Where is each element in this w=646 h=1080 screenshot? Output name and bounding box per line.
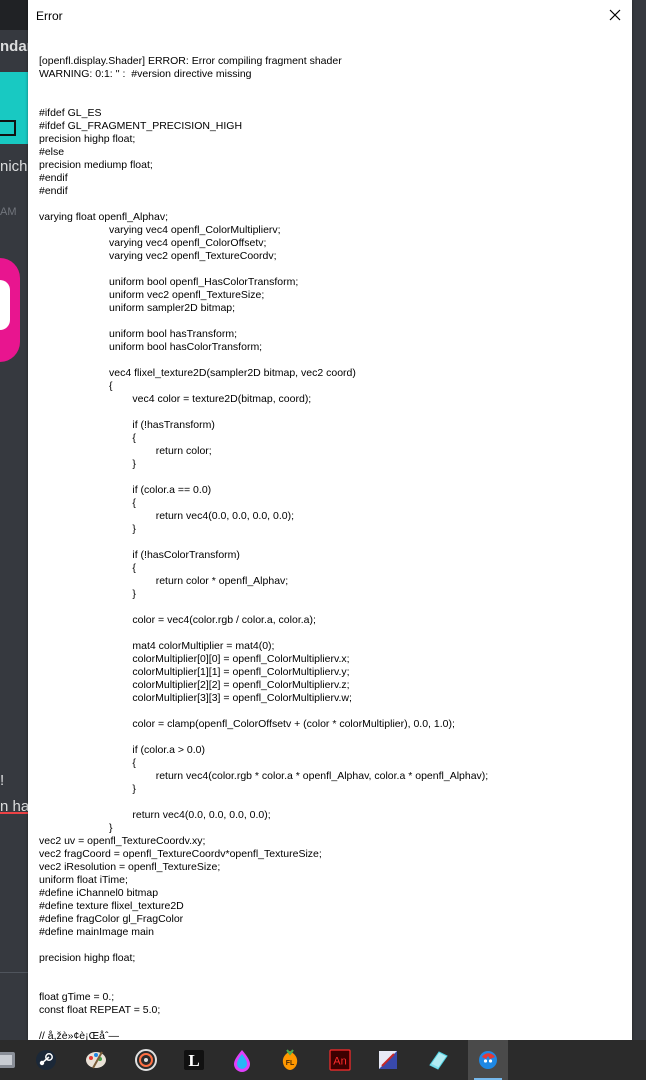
dialog-title-bar[interactable]: Error	[28, 0, 632, 30]
taskbar-item[interactable]	[26, 1040, 66, 1080]
taskbar-item[interactable]: L	[174, 1040, 214, 1080]
close-icon	[609, 9, 621, 21]
background-timestamp: AM	[0, 206, 17, 218]
background-window-edge	[632, 0, 646, 1040]
image-editor-icon	[379, 1051, 397, 1069]
background-text-fragment: ndar	[0, 38, 28, 55]
paint-app-icon	[86, 1051, 106, 1069]
media-player-icon	[135, 1049, 157, 1071]
taskbar: L FL An	[0, 1040, 646, 1080]
animate-icon: An	[329, 1049, 351, 1071]
background-text-fragment: !	[0, 772, 5, 789]
krita-icon	[234, 1050, 250, 1072]
taskbar-item[interactable]	[0, 1040, 26, 1080]
taskbar-item[interactable]	[368, 1040, 408, 1080]
taskbar-item-active[interactable]	[468, 1040, 508, 1080]
eraser-app-icon	[429, 1051, 448, 1070]
background-divider	[0, 972, 28, 973]
error-message-text: [openfl.display.Shader] ERROR: Error com…	[39, 55, 489, 1040]
taskbar-item[interactable]	[126, 1040, 166, 1080]
svg-text:L: L	[188, 1051, 199, 1070]
svg-text:An: An	[333, 1056, 346, 1068]
taskbar-item[interactable]	[76, 1040, 116, 1080]
svg-text:FL: FL	[286, 1060, 295, 1067]
error-dialog: Error [openfl.display.Shader] ERROR: Err…	[28, 0, 632, 1040]
background-text-fragment: nich	[0, 158, 28, 175]
background-sticker-image	[0, 258, 20, 362]
close-button[interactable]	[598, 0, 632, 30]
taskbar-item[interactable]	[418, 1040, 458, 1080]
background-image-thumbnail	[0, 72, 28, 144]
taskbar-item[interactable]	[222, 1040, 262, 1080]
new-messages-divider	[0, 812, 28, 814]
game-app-icon	[479, 1051, 497, 1069]
taskbar-item[interactable]: An	[320, 1040, 360, 1080]
dialog-title: Error	[36, 9, 63, 23]
l-app-icon: L	[184, 1050, 204, 1070]
taskbar-item[interactable]: FL	[270, 1040, 310, 1080]
unknown-app-icon	[0, 1052, 15, 1068]
fl-studio-icon: FL	[282, 1049, 298, 1070]
background-window: ndar nich AM ! n ha	[0, 0, 28, 1040]
background-title-bar	[0, 0, 28, 30]
steam-icon	[36, 1050, 56, 1070]
